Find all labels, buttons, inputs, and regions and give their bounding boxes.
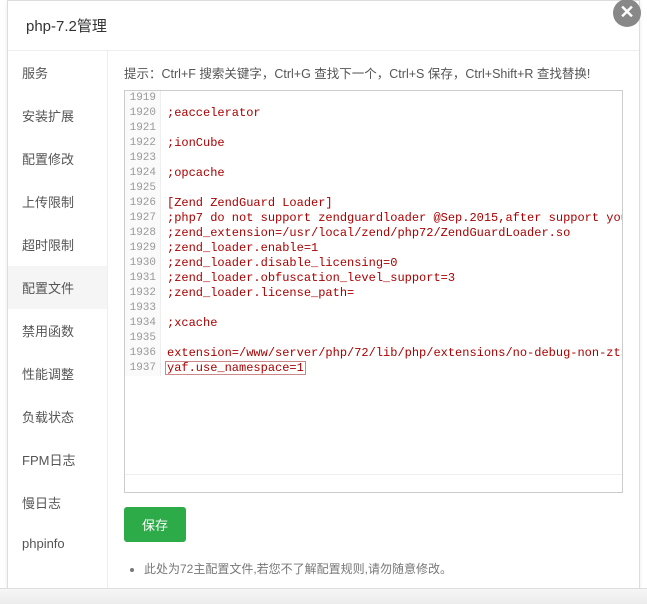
- editor-line[interactable]: 1922;ionCube: [125, 136, 622, 151]
- line-code: [161, 181, 167, 196]
- line-number: 1931: [125, 271, 161, 286]
- line-number: 1930: [125, 256, 161, 271]
- line-number: 1927: [125, 211, 161, 226]
- line-code: ;zend_extension=/usr/local/zend/php72/Ze…: [161, 226, 570, 241]
- line-number: 1932: [125, 286, 161, 301]
- sidebar-item[interactable]: 服务: [8, 51, 107, 94]
- editor-scroll[interactable]: 19191920;eaccelerator19211922;ionCube192…: [125, 91, 622, 474]
- editor-line[interactable]: 1928;zend_extension=/usr/local/zend/php7…: [125, 226, 622, 241]
- editor-line[interactable]: 1921: [125, 121, 622, 136]
- line-code: ;ionCube: [161, 136, 225, 151]
- modal-body: 服务安装扩展配置修改上传限制超时限制配置文件禁用函数性能调整负载状态FPM日志慢…: [8, 51, 639, 593]
- line-number: 1923: [125, 151, 161, 166]
- line-code: ;php7 do not support zendguardloader @Se…: [161, 211, 622, 226]
- horizontal-scrollbar[interactable]: [125, 474, 622, 492]
- line-number: 1922: [125, 136, 161, 151]
- line-code: [Zend ZendGuard Loader]: [161, 196, 333, 211]
- line-number: 1937: [125, 361, 161, 376]
- code-editor[interactable]: 19191920;eaccelerator19211922;ionCube192…: [124, 90, 623, 493]
- line-number: 1933: [125, 301, 161, 316]
- line-code: [161, 301, 167, 316]
- line-number: 1926: [125, 196, 161, 211]
- line-number: 1924: [125, 166, 161, 181]
- line-code: ;zend_loader.disable_licensing=0: [161, 256, 397, 271]
- line-code: extension=/www/server/php/72/lib/php/ext…: [161, 346, 622, 361]
- save-button[interactable]: 保存: [124, 507, 186, 542]
- line-code: ;xcache: [161, 316, 217, 331]
- editor-line[interactable]: 1926[Zend ZendGuard Loader]: [125, 196, 622, 211]
- close-button[interactable]: ✕: [613, 0, 641, 27]
- line-number: 1920: [125, 106, 161, 121]
- line-code: ;zend_loader.enable=1: [161, 241, 318, 256]
- editor-lines: 19191920;eaccelerator19211922;ionCube192…: [125, 91, 622, 376]
- editor-line[interactable]: 1937 yaf.use_namespace=1: [125, 361, 622, 376]
- sidebar-item[interactable]: 配置修改: [8, 137, 107, 180]
- editor-line[interactable]: 1924;opcache: [125, 166, 622, 181]
- line-code: ;opcache: [161, 166, 225, 181]
- editor-line[interactable]: 1929;zend_loader.enable=1: [125, 241, 622, 256]
- editor-line[interactable]: 1925: [125, 181, 622, 196]
- sidebar-item[interactable]: 禁用函数: [8, 309, 107, 352]
- editor-line[interactable]: 1936extension=/www/server/php/72/lib/php…: [125, 346, 622, 361]
- shortcut-hint: 提示：Ctrl+F 搜索关键字，Ctrl+G 查找下一个，Ctrl+S 保存，C…: [124, 63, 623, 82]
- footer-bar: [0, 588, 647, 604]
- line-number: 1936: [125, 346, 161, 361]
- line-code: [161, 151, 167, 166]
- note-list: 此处为72主配置文件,若您不了解配置规则,请勿随意修改。: [124, 560, 623, 577]
- editor-line[interactable]: 1919: [125, 91, 622, 106]
- editor-line[interactable]: 1933: [125, 301, 622, 316]
- sidebar-item[interactable]: 负载状态: [8, 395, 107, 438]
- note-item: 此处为72主配置文件,若您不了解配置规则,请勿随意修改。: [144, 560, 623, 577]
- line-number: 1929: [125, 241, 161, 256]
- line-code: [161, 331, 167, 346]
- line-code: ;eaccelerator: [161, 106, 261, 121]
- line-number: 1925: [125, 181, 161, 196]
- sidebar-item[interactable]: 配置文件: [8, 266, 107, 309]
- line-code: [161, 121, 167, 136]
- modal-title: php-7.2管理: [8, 1, 639, 51]
- editor-line[interactable]: 1930;zend_loader.disable_licensing=0: [125, 256, 622, 271]
- main-panel: 提示：Ctrl+F 搜索关键字，Ctrl+G 查找下一个，Ctrl+S 保存，C…: [108, 51, 639, 593]
- line-code: ;zend_loader.obfuscation_level_support=3: [161, 271, 455, 286]
- modal-window: ✕ php-7.2管理 服务安装扩展配置修改上传限制超时限制配置文件禁用函数性能…: [7, 0, 640, 594]
- sidebar-item[interactable]: FPM日志: [8, 438, 107, 481]
- editor-line[interactable]: 1923: [125, 151, 622, 166]
- close-icon: ✕: [619, 2, 634, 22]
- sidebar-item[interactable]: 慢日志: [8, 481, 107, 524]
- line-number: 1921: [125, 121, 161, 136]
- line-number: 1935: [125, 331, 161, 346]
- line-code: [161, 91, 167, 106]
- sidebar-item[interactable]: 超时限制: [8, 223, 107, 266]
- line-code: yaf.use_namespace=1: [165, 361, 306, 375]
- editor-line[interactable]: 1927;php7 do not support zendguardloader…: [125, 211, 622, 226]
- sidebar-item[interactable]: 性能调整: [8, 352, 107, 395]
- line-number: 1928: [125, 226, 161, 241]
- button-row: 保存: [124, 507, 623, 542]
- sidebar: 服务安装扩展配置修改上传限制超时限制配置文件禁用函数性能调整负载状态FPM日志慢…: [8, 51, 108, 593]
- line-number: 1919: [125, 91, 161, 106]
- sidebar-item[interactable]: phpinfo: [8, 524, 107, 563]
- line-number: 1934: [125, 316, 161, 331]
- sidebar-item[interactable]: 上传限制: [8, 180, 107, 223]
- editor-line[interactable]: 1920;eaccelerator: [125, 106, 622, 121]
- editor-line[interactable]: 1934;xcache: [125, 316, 622, 331]
- editor-line[interactable]: 1935: [125, 331, 622, 346]
- editor-line[interactable]: 1931;zend_loader.obfuscation_level_suppo…: [125, 271, 622, 286]
- editor-line[interactable]: 1932;zend_loader.license_path=: [125, 286, 622, 301]
- sidebar-item[interactable]: 安装扩展: [8, 94, 107, 137]
- line-code: ;zend_loader.license_path=: [161, 286, 354, 301]
